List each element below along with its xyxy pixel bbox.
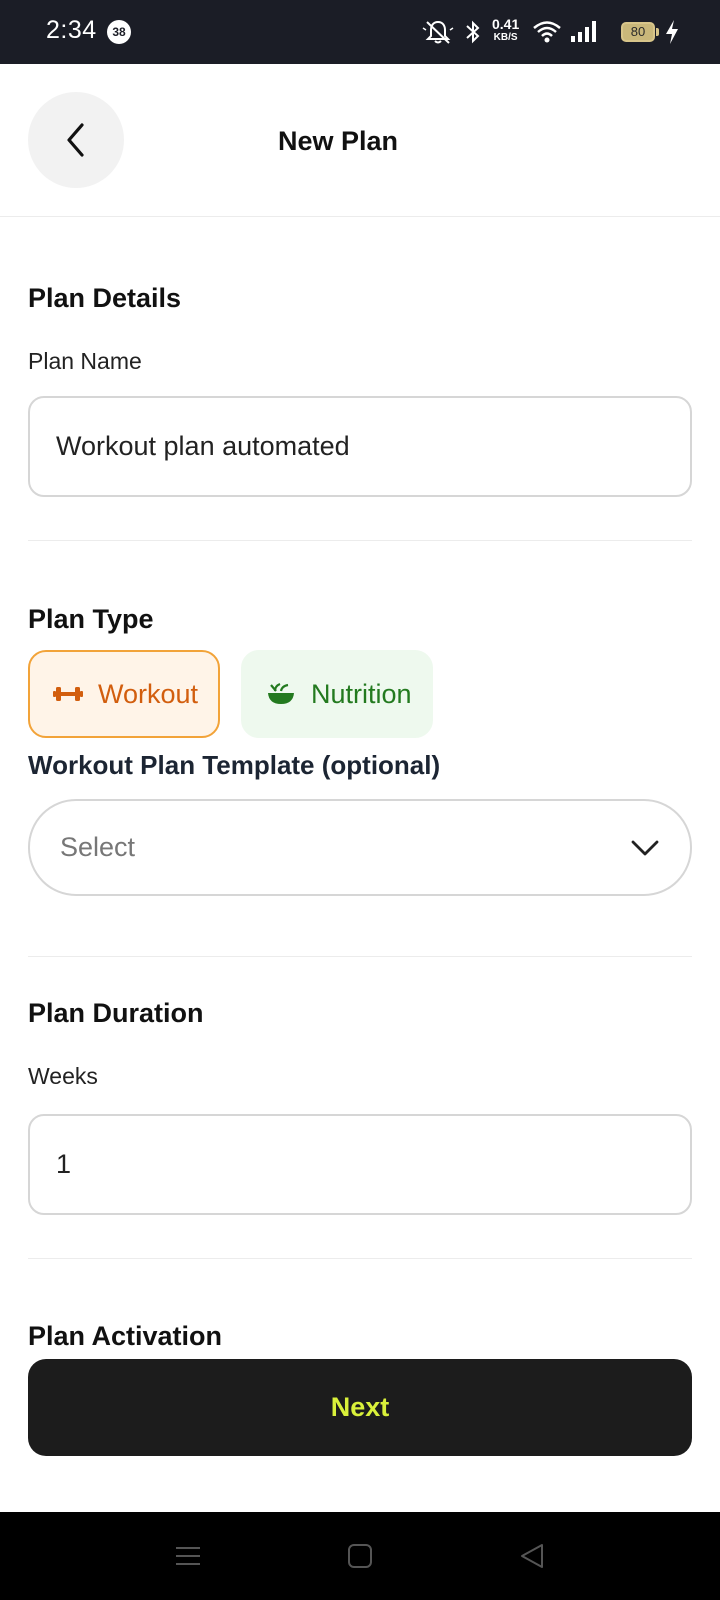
- charging-bolt-icon: [666, 20, 678, 44]
- plan-details-title: Plan Details: [28, 283, 182, 313]
- chevron-down-icon: [631, 840, 659, 855]
- battery-icon: 80: [621, 22, 655, 42]
- weeks-label: Weeks: [28, 1063, 98, 1089]
- back-triangle-icon[interactable]: [516, 1540, 548, 1572]
- app-header: New Plan: [0, 64, 720, 217]
- plan-name-label: Plan Name: [28, 348, 142, 374]
- network-speed: 0.41 KB/S: [492, 16, 520, 44]
- nutrition-chip-label: Nutrition: [311, 678, 412, 709]
- page-title: New Plan: [277, 126, 399, 156]
- notification-count-badge: 38: [107, 20, 131, 44]
- system-nav-bar: [0, 1512, 720, 1600]
- plan-name-input[interactable]: [28, 396, 692, 497]
- mute-bell-icon: [422, 20, 454, 44]
- status-time: 2:34: [46, 16, 97, 44]
- status-icons: 0.41 KB/S 80: [420, 0, 720, 64]
- plan-type-nutrition-chip[interactable]: Nutrition: [241, 650, 433, 738]
- divider: [28, 540, 692, 541]
- network-speed-value: 0.41: [492, 16, 520, 32]
- next-button[interactable]: Next: [28, 1359, 692, 1456]
- dumbbell-icon: [52, 678, 84, 710]
- plan-activation-title: Plan Activation: [28, 1321, 223, 1351]
- signal-icon: [571, 21, 596, 42]
- battery-tip: [656, 28, 659, 36]
- plan-type-workout-chip[interactable]: Workout: [28, 650, 220, 738]
- workout-chip-label: Workout: [98, 678, 199, 709]
- bowl-icon: [265, 678, 297, 710]
- plan-duration-title: Plan Duration: [28, 998, 204, 1028]
- bluetooth-icon: [466, 20, 480, 44]
- divider: [28, 1258, 692, 1259]
- weeks-input[interactable]: [28, 1114, 692, 1215]
- wifi-icon: [533, 21, 561, 43]
- divider: [28, 956, 692, 957]
- status-bar: 2:34 38 0.41 KB/S 80: [0, 0, 720, 64]
- menu-icon[interactable]: [172, 1540, 204, 1572]
- network-speed-unit: KB/S: [493, 32, 518, 43]
- template-select-placeholder: Select: [60, 832, 136, 862]
- plan-type-title: Plan Type: [28, 604, 154, 634]
- home-square-icon[interactable]: [344, 1540, 376, 1572]
- template-label: Workout Plan Template (optional): [28, 750, 441, 780]
- template-select[interactable]: Select: [28, 799, 692, 896]
